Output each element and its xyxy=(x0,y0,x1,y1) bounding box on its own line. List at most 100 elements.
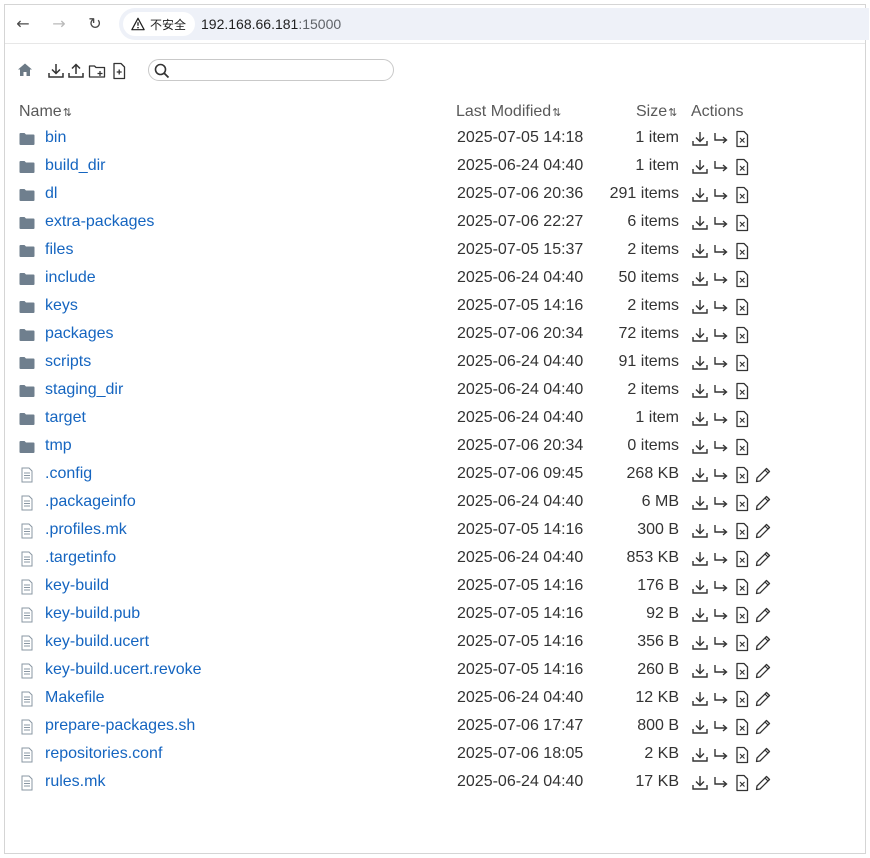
new-file-icon[interactable] xyxy=(110,62,128,80)
column-header-modified[interactable]: Last Modified ⇅ xyxy=(456,101,561,123)
file-name-link[interactable]: key-build.ucert xyxy=(45,633,149,651)
delete-icon[interactable] xyxy=(733,606,751,624)
delete-icon[interactable] xyxy=(733,774,751,792)
download-icon[interactable] xyxy=(691,746,709,764)
download-icon[interactable] xyxy=(691,214,709,232)
table-row[interactable]: rules.mk 2025-06-24 04:40 17 KB xyxy=(5,769,865,797)
download-icon[interactable] xyxy=(691,130,709,148)
edit-icon[interactable] xyxy=(754,662,772,680)
move-icon[interactable] xyxy=(712,242,730,260)
delete-icon[interactable] xyxy=(733,242,751,260)
home-icon[interactable] xyxy=(17,62,33,78)
search-input[interactable] xyxy=(173,61,387,81)
delete-icon[interactable] xyxy=(733,130,751,148)
file-name-link[interactable]: tmp xyxy=(45,437,72,455)
sort-icon[interactable]: ⇅ xyxy=(63,106,72,119)
file-name-link[interactable]: include xyxy=(45,269,96,287)
download-icon[interactable] xyxy=(691,186,709,204)
sort-icon[interactable]: ⇅ xyxy=(552,106,561,119)
delete-icon[interactable] xyxy=(733,438,751,456)
delete-icon[interactable] xyxy=(733,214,751,232)
file-name-link[interactable]: .packageinfo xyxy=(45,493,136,511)
delete-icon[interactable] xyxy=(733,522,751,540)
table-row[interactable]: files 2025-07-05 15:37 2 items xyxy=(5,237,865,265)
table-row[interactable]: key-build.ucert.revoke 2025-07-05 14:16 26… xyxy=(5,657,865,685)
forward-icon[interactable]: → xyxy=(49,14,69,34)
file-name-link[interactable]: dl xyxy=(45,185,57,203)
edit-icon[interactable] xyxy=(754,718,772,736)
edit-icon[interactable] xyxy=(754,550,772,568)
table-row[interactable]: tmp 2025-07-06 20:34 0 items xyxy=(5,433,865,461)
delete-icon[interactable] xyxy=(733,578,751,596)
download-icon[interactable] xyxy=(691,410,709,428)
table-row[interactable]: packages 2025-07-06 20:34 72 items xyxy=(5,321,865,349)
download-icon[interactable] xyxy=(691,270,709,288)
file-name-link[interactable]: rules.mk xyxy=(45,773,105,791)
delete-icon[interactable] xyxy=(733,494,751,512)
download-icon[interactable] xyxy=(691,466,709,484)
delete-icon[interactable] xyxy=(733,466,751,484)
download-icon[interactable] xyxy=(691,634,709,652)
move-icon[interactable] xyxy=(712,326,730,344)
file-name-link[interactable]: key-build.ucert.revoke xyxy=(45,661,202,679)
move-icon[interactable] xyxy=(712,606,730,624)
table-row[interactable]: dl 2025-07-06 20:36 291 items xyxy=(5,181,865,209)
upload-icon[interactable] xyxy=(67,62,85,80)
table-row[interactable]: Makefile 2025-06-24 04:40 12 KB xyxy=(5,685,865,713)
delete-icon[interactable] xyxy=(733,410,751,428)
delete-icon[interactable] xyxy=(733,662,751,680)
delete-icon[interactable] xyxy=(733,270,751,288)
table-row[interactable]: keys 2025-07-05 14:16 2 items xyxy=(5,293,865,321)
download-icon[interactable] xyxy=(691,606,709,624)
file-name-link[interactable]: .profiles.mk xyxy=(45,521,127,539)
download-icon[interactable] xyxy=(691,494,709,512)
table-row[interactable]: .targetinfo 2025-06-24 04:40 853 KB xyxy=(5,545,865,573)
sort-icon[interactable]: ⇅ xyxy=(668,106,677,119)
move-icon[interactable] xyxy=(712,746,730,764)
delete-icon[interactable] xyxy=(733,326,751,344)
table-row[interactable]: staging_dir 2025-06-24 04:40 2 items xyxy=(5,377,865,405)
download-icon[interactable] xyxy=(691,774,709,792)
file-name-link[interactable]: build_dir xyxy=(45,157,105,175)
edit-icon[interactable] xyxy=(754,494,772,512)
table-row[interactable]: extra-packages 2025-07-06 22:27 6 items xyxy=(5,209,865,237)
edit-icon[interactable] xyxy=(754,578,772,596)
file-name-link[interactable]: bin xyxy=(45,129,66,147)
move-icon[interactable] xyxy=(712,410,730,428)
table-row[interactable]: .packageinfo 2025-06-24 04:40 6 MB xyxy=(5,489,865,517)
new-folder-icon[interactable] xyxy=(88,62,106,80)
edit-icon[interactable] xyxy=(754,746,772,764)
file-name-link[interactable]: key-build xyxy=(45,577,109,595)
move-icon[interactable] xyxy=(712,270,730,288)
download-icon[interactable] xyxy=(691,662,709,680)
move-icon[interactable] xyxy=(712,690,730,708)
download-icon[interactable] xyxy=(691,242,709,260)
move-icon[interactable] xyxy=(712,578,730,596)
file-name-link[interactable]: files xyxy=(45,241,73,259)
delete-icon[interactable] xyxy=(733,158,751,176)
file-name-link[interactable]: keys xyxy=(45,297,78,315)
back-icon[interactable]: ← xyxy=(13,14,33,34)
download-icon[interactable] xyxy=(691,382,709,400)
table-row[interactable]: scripts 2025-06-24 04:40 91 items xyxy=(5,349,865,377)
table-row[interactable]: .config 2025-07-06 09:45 268 KB xyxy=(5,461,865,489)
reload-icon[interactable]: ↻ xyxy=(85,14,105,34)
download-icon[interactable] xyxy=(691,354,709,372)
delete-icon[interactable] xyxy=(733,550,751,568)
move-icon[interactable] xyxy=(712,158,730,176)
move-icon[interactable] xyxy=(712,718,730,736)
file-name-link[interactable]: target xyxy=(45,409,86,427)
move-icon[interactable] xyxy=(712,522,730,540)
table-row[interactable]: .profiles.mk 2025-07-05 14:16 300 B xyxy=(5,517,865,545)
move-icon[interactable] xyxy=(712,186,730,204)
move-icon[interactable] xyxy=(712,382,730,400)
move-icon[interactable] xyxy=(712,438,730,456)
download-icon[interactable] xyxy=(691,718,709,736)
download-icon[interactable] xyxy=(47,62,65,80)
address-bar[interactable]: 不安全 192.168.66.181:15000 xyxy=(119,8,869,40)
download-icon[interactable] xyxy=(691,438,709,456)
file-name-link[interactable]: repositories.conf xyxy=(45,745,162,763)
table-row[interactable]: key-build 2025-07-05 14:16 176 B xyxy=(5,573,865,601)
move-icon[interactable] xyxy=(712,494,730,512)
edit-icon[interactable] xyxy=(754,466,772,484)
